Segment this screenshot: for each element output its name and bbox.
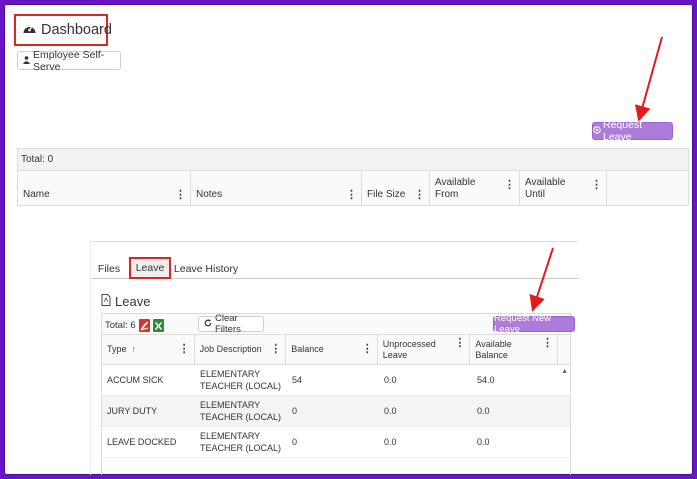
column-menu-icon[interactable]: ⋮ [454, 338, 465, 349]
column-name-label: Name [23, 189, 50, 200]
leave-toolbar: Total: 6 Clear Filters Request New Leave [101, 313, 575, 335]
leave-total-text: Total: 6 [105, 320, 136, 331]
employee-self-serve-label: Employee Self-Serve [33, 48, 105, 73]
tab-bar: Files Leave Leave History [91, 256, 579, 279]
column-menu-icon[interactable]: ⋮ [179, 344, 190, 355]
files-total-text: Total: 0 [21, 154, 54, 165]
files-grid-header: Name ⋮ Notes ⋮ File Size ⋮ Available Fro… [17, 171, 689, 206]
dashboard-icon [22, 22, 37, 39]
column-menu-icon[interactable]: ⋮ [362, 344, 373, 355]
scroll-up-arrow-icon[interactable]: ▲ [561, 368, 568, 375]
column-header-available-balance[interactable]: Available Balance ⋮ [470, 335, 558, 364]
column-balance-label: Balance [291, 344, 324, 354]
cell-unprocessed: 0.0 [384, 437, 397, 447]
circle-dot-icon [593, 125, 601, 137]
column-header-file-size[interactable]: File Size ⋮ [362, 171, 430, 205]
cell-available: 0.0 [477, 406, 490, 416]
column-header-name[interactable]: Name ⋮ [18, 171, 191, 205]
column-header-available-from[interactable]: Available From ⋮ [430, 171, 520, 205]
cell-job-description: ELEMENTARY TEACHER (LOCAL) [200, 400, 282, 422]
leave-grid: Type ↑ ⋮ Job Description ⋮ Balance ⋮ Unp… [101, 335, 571, 475]
cell-job-description: ELEMENTARY TEACHER (LOCAL) [200, 431, 282, 453]
column-menu-icon[interactable]: ⋮ [414, 189, 425, 201]
dashboard-title: Dashboard [14, 14, 112, 46]
cell-job-description: ELEMENTARY TEACHER (LOCAL) [200, 369, 282, 391]
column-header-unprocessed-leave[interactable]: Unprocessed Leave ⋮ [378, 335, 471, 364]
leave-section-title: Leave [101, 294, 150, 309]
column-header-balance[interactable]: Balance ⋮ [286, 335, 378, 364]
request-new-leave-button[interactable]: Request New Leave [493, 313, 575, 335]
column-header-type[interactable]: Type ↑ ⋮ [102, 335, 195, 364]
column-header-job-description[interactable]: Job Description ⋮ [195, 335, 287, 364]
table-row[interactable]: LEAVE DOCKED ELEMENTARY TEACHER (LOCAL) … [102, 427, 570, 458]
dashboard-title-text: Dashboard [41, 22, 112, 38]
tab-leave-history[interactable]: Leave History [173, 258, 239, 279]
employee-records-panel: Files Leave Leave History Leave Total: 6 [90, 241, 579, 475]
column-menu-icon[interactable]: ⋮ [591, 179, 602, 191]
column-menu-icon[interactable]: ⋮ [175, 189, 186, 201]
employee-self-serve-button[interactable]: Employee Self-Serve [17, 48, 121, 73]
cell-unprocessed: 0.0 [384, 406, 397, 416]
column-available-until-label: Available Until [525, 177, 566, 200]
cell-unprocessed: 0.0 [384, 375, 397, 385]
column-menu-icon[interactable]: ⋮ [346, 189, 357, 201]
cell-type: LEAVE DOCKED [107, 437, 177, 447]
request-leave-button[interactable]: Request Leave [592, 119, 673, 143]
cell-available: 54.0 [477, 375, 495, 385]
refresh-icon [204, 318, 212, 330]
column-unprocessed-leave-label: Unprocessed Leave [382, 338, 436, 360]
leave-total: Total: 6 [105, 319, 164, 332]
column-menu-icon[interactable]: ⋮ [270, 344, 281, 355]
screenshot-frame: Dashboard Employee Self-Serve Request Le… [4, 4, 693, 475]
excel-export-icon[interactable] [152, 319, 164, 332]
tab-files[interactable]: Files [97, 258, 121, 279]
column-menu-icon[interactable]: ⋮ [542, 338, 553, 349]
clear-filters-button[interactable]: Clear Filters [198, 313, 264, 335]
user-icon [23, 55, 30, 67]
table-row[interactable]: ACCUM SICK ELEMENTARY TEACHER (LOCAL) 54… [102, 365, 570, 396]
cell-balance: 54 [292, 375, 303, 385]
leave-section-title-text: Leave [115, 294, 151, 309]
document-icon [101, 294, 111, 309]
column-available-from-label: Available From [435, 177, 476, 200]
sort-asc-icon: ↑ [131, 344, 137, 354]
tab-leave[interactable]: Leave [129, 257, 171, 279]
files-total-bar: Total: 0 [17, 148, 689, 171]
cell-type: ACCUM SICK [107, 375, 164, 385]
column-available-balance-label: Available Balance [475, 338, 512, 360]
column-type-label: Type [107, 344, 127, 354]
cell-available: 0.0 [477, 437, 490, 447]
column-header-notes[interactable]: Notes ⋮ [191, 171, 362, 205]
column-header-available-until[interactable]: Available Until ⋮ [520, 171, 607, 205]
leave-grid-header: Type ↑ ⋮ Job Description ⋮ Balance ⋮ Unp… [102, 335, 570, 365]
cell-type: JURY DUTY [107, 406, 158, 416]
column-file-size-label: File Size [367, 189, 406, 200]
annotation-arrow-request-leave [634, 36, 663, 122]
clear-filters-label: Clear Filters [215, 313, 241, 335]
pdf-export-icon[interactable] [138, 319, 150, 332]
cell-balance: 0 [292, 437, 298, 447]
column-header-scroll [558, 335, 570, 364]
column-job-description-label: Job Description [199, 344, 262, 354]
column-notes-label: Notes [196, 189, 223, 200]
column-header-empty [607, 171, 688, 205]
cell-balance: 0 [292, 406, 298, 416]
column-menu-icon[interactable]: ⋮ [504, 179, 515, 191]
request-leave-label: Request Leave [603, 119, 643, 143]
table-row[interactable]: JURY DUTY ELEMENTARY TEACHER (LOCAL) 0 0… [102, 396, 570, 427]
